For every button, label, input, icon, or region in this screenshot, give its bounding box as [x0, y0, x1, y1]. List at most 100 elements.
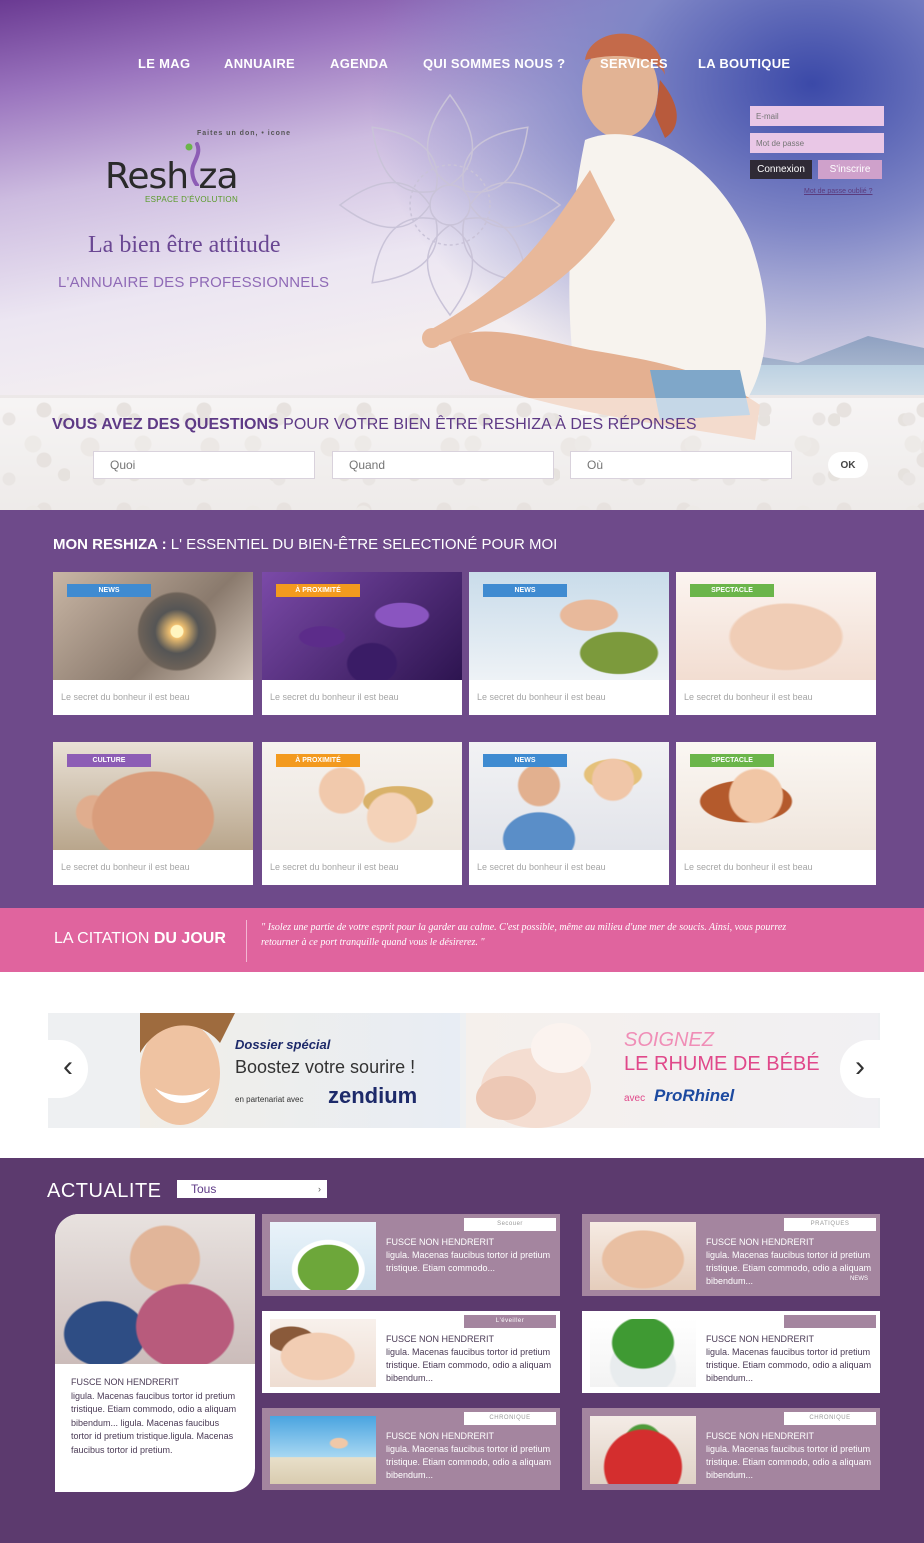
news-body: ligula. Macenas faucibus tortor id preti…	[386, 1444, 552, 1480]
search-title-bold: VOUS AVEZ DES QUESTIONS	[52, 416, 279, 433]
citation-divider	[246, 920, 247, 962]
mon-reshiza-title: MON RESHIZA : L' ESSENTIEL DU BIEN-ÊTRE …	[53, 536, 557, 553]
zendium-logo: zendium	[328, 1083, 418, 1108]
mon-reshiza-title-bold: MON RESHIZA :	[53, 536, 167, 553]
card-tag: À PROXIMITÉ	[276, 754, 360, 767]
reshiza-logo[interactable]: Faites un don, • icone Resh za ESPACE D'…	[105, 130, 330, 210]
card-caption: Le secret du bonheur il est beau	[684, 692, 813, 702]
card-tag: CULTURE	[67, 754, 151, 767]
news-item[interactable]: L'éveiller FUSCE NON HENDRERIT ligula. Ma…	[262, 1311, 560, 1393]
citation-text: " Isolez une partie de votre esprit pour…	[261, 922, 787, 948]
citation-label-bold: DU JOUR	[153, 930, 226, 947]
news-badge	[784, 1315, 876, 1328]
actualite-section: ACTUALITE Tous › FUSCE NON HENDRERIT lig…	[0, 1158, 924, 1543]
article-card[interactable]: NEWS Le secret du bonheur il est beau	[469, 742, 669, 885]
news-body: ligula. Macenas faucibus tortor id preti…	[706, 1250, 872, 1286]
card-tag: SPECTACLE	[690, 754, 774, 767]
featured-article[interactable]: FUSCE NON HENDRERIT ligula. Macenas fauc…	[55, 1214, 255, 1492]
quand-input[interactable]	[332, 451, 554, 479]
sinscrire-button[interactable]: S'inscrire	[818, 160, 882, 179]
news-title: FUSCE NON HENDRERIT	[706, 1237, 815, 1247]
nav-qui-sommes-nous[interactable]: QUI SOMMES NOUS ?	[423, 56, 565, 71]
article-card[interactable]: NEWS Le secret du bonheur il est beau	[469, 572, 669, 715]
login-form: Connexion S'inscrire Mot de passe oublié…	[750, 106, 884, 195]
citation-du-jour: LA CITATION DU JOUR " Isolez une partie …	[0, 908, 924, 972]
article-card[interactable]: CULTURE Le secret du bonheur il est beau	[53, 742, 253, 885]
card-caption: Le secret du bonheur il est beau	[477, 692, 606, 702]
connexion-button[interactable]: Connexion	[750, 160, 812, 179]
banner1-kicker: Dossier spécial	[235, 1037, 331, 1052]
logo-tagline: Faites un don, • icone	[197, 130, 292, 137]
ou-input[interactable]	[570, 451, 792, 479]
search-ok-button[interactable]: OK	[828, 452, 868, 478]
main-nav: LE MAG ANNUAIRE AGENDA QUI SOMMES NOUS ?…	[0, 56, 924, 76]
card-caption: Le secret du bonheur il est beau	[61, 692, 190, 702]
article-card[interactable]: SPECTACLE Le secret du bonheur il est be…	[676, 572, 876, 715]
card-tag: NEWS	[67, 584, 151, 597]
news-text: FUSCE NON HENDRERIT ligula. Macenas fauci…	[386, 1430, 554, 1482]
hero-slogan: La bien être attitude	[88, 232, 281, 258]
password-input[interactable]	[750, 133, 884, 153]
nav-la-boutique[interactable]: LA BOUTIQUE	[698, 56, 790, 71]
nav-agenda[interactable]: AGENDA	[330, 56, 388, 71]
featured-article-title: FUSCE NON HENDRERIT	[71, 1377, 180, 1387]
promo-carousel: Dossier spécial Boostez votre sourire ! …	[48, 1013, 880, 1128]
nav-le-mag[interactable]: LE MAG	[138, 56, 190, 71]
news-text: FUSCE NON HENDRERIT ligula. Macenas fauci…	[386, 1333, 554, 1385]
news-item[interactable]: Secouer FUSCE NON HENDRERIT ligula. Macen…	[262, 1214, 560, 1296]
news-item[interactable]: FUSCE NON HENDRERIT ligula. Macenas fauci…	[582, 1311, 880, 1393]
news-text: FUSCE NON HENDRERIT ligula. Macenas fauci…	[706, 1333, 874, 1385]
card-tag: NEWS	[483, 754, 567, 767]
nav-annuaire[interactable]: ANNUAIRE	[224, 56, 295, 71]
smiling-woman-banner-image	[140, 1013, 235, 1125]
news-badge: PRATIQUES	[784, 1218, 876, 1231]
news-badge: Secouer	[464, 1218, 556, 1231]
featured-article-image	[55, 1214, 255, 1364]
card-caption: Le secret du bonheur il est beau	[270, 862, 399, 872]
quoi-input[interactable]	[93, 451, 315, 479]
logo-name: Resh za	[105, 156, 239, 197]
card-caption: Le secret du bonheur il est beau	[270, 692, 399, 702]
chevron-left-icon: ‹	[63, 1050, 73, 1083]
news-badge: CHRONIQUE	[464, 1412, 556, 1425]
email-input[interactable]	[750, 106, 884, 126]
news-body: ligula. Macenas faucibus tortor id preti…	[706, 1444, 872, 1480]
actualite-title: ACTUALITE	[47, 1180, 162, 1202]
filter-value: Tous	[191, 1182, 217, 1196]
citation-label-light: LA CITATION	[54, 930, 154, 947]
news-item[interactable]: CHRONIQUE FUSCE NON HENDRERIT ligula. Mac…	[262, 1408, 560, 1490]
news-title: FUSCE NON HENDRERIT	[386, 1237, 495, 1247]
news-item[interactable]: CHRONIQUE FUSCE NON HENDRERIT ligula. Mac…	[582, 1408, 880, 1490]
news-body: ligula. Macenas faucibus tortor id preti…	[386, 1347, 552, 1383]
mon-reshiza-title-rest: L' ESSENTIEL DU BIEN-ÊTRE SELECTIONÉ POU…	[166, 536, 558, 553]
banner2-line1: SOIGNEZ	[624, 1029, 715, 1051]
face-mask-image	[270, 1319, 376, 1387]
article-card[interactable]: À PROXIMITÉ Le secret du bonheur il est …	[262, 572, 462, 715]
prorhinel-banner[interactable]: SOIGNEZ LE RHUME DE BÉBÉ avec ProRhinel	[466, 1013, 878, 1128]
mon-reshiza-section: MON RESHIZA : L' ESSENTIEL DU BIEN-ÊTRE …	[0, 510, 924, 908]
prorhinel-logo: ProRhinel	[654, 1086, 735, 1105]
article-card[interactable]: NEWS Le secret du bonheur il est beau	[53, 572, 253, 715]
zendium-banner[interactable]: Dossier spécial Boostez votre sourire ! …	[140, 1013, 460, 1128]
featured-article-body: ligula. Macenas faucibus tortor id preti…	[71, 1390, 237, 1455]
news-badge: CHRONIQUE	[784, 1412, 876, 1425]
news-text: FUSCE NON HENDRERIT ligula. Macenas fauci…	[386, 1236, 554, 1275]
card-tag: NEWS	[483, 584, 567, 597]
login-buttons: Connexion S'inscrire	[750, 160, 884, 180]
nav-services[interactable]: SERVICES	[600, 56, 668, 71]
article-card[interactable]: SPECTACLE Le secret du bonheur il est be…	[676, 742, 876, 885]
banner1-partner: en partenariat avec	[235, 1095, 304, 1104]
news-item[interactable]: PRATIQUES FUSCE NON HENDRERIT ligula. Mac…	[582, 1214, 880, 1296]
news-title: FUSCE NON HENDRERIT	[706, 1431, 815, 1441]
search-title-rest: POUR VOTRE BIEN ÊTRE RESHIZA À DES RÉPON…	[278, 416, 697, 433]
vegetable-scale-image	[590, 1319, 696, 1387]
article-card[interactable]: À PROXIMITÉ Le secret du bonheur il est …	[262, 742, 462, 885]
news-body: ligula. Macenas faucibus tortor id preti…	[386, 1250, 551, 1273]
featured-article-text: FUSCE NON HENDRERIT ligula. Macenas fauc…	[71, 1376, 241, 1457]
baby-banner-image	[476, 1023, 591, 1128]
chevron-right-icon: ›	[855, 1050, 865, 1083]
actualite-filter-select[interactable]: Tous ›	[177, 1180, 327, 1198]
card-tag: À PROXIMITÉ	[276, 584, 360, 597]
forgot-password-link[interactable]: Mot de passe oublié ?	[804, 188, 873, 195]
salad-image	[270, 1222, 376, 1290]
